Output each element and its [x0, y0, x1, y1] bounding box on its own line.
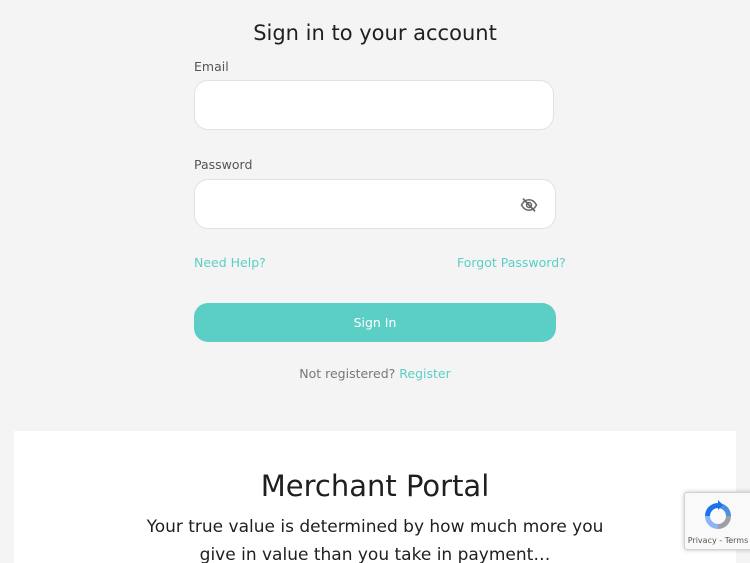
login-title: Sign in to your account — [253, 21, 497, 45]
recaptcha-terms-link[interactable]: Terms — [725, 536, 749, 545]
password-field[interactable] — [209, 180, 513, 230]
password-label: Password — [194, 157, 253, 172]
login-page: Sign in to your account Email Password N… — [0, 0, 750, 563]
email-field[interactable] — [209, 81, 513, 131]
recaptcha-privacy-link[interactable]: Privacy — [688, 536, 717, 545]
register-row: Not registered? Register — [0, 366, 750, 381]
portal-title: Merchant Portal — [260, 469, 490, 503]
portal-panel: Merchant Portal Your true value is deter… — [14, 431, 736, 563]
register-link[interactable]: Register — [399, 366, 450, 381]
recaptcha-icon — [705, 500, 731, 529]
recaptcha-links: Privacy - Terms — [685, 536, 750, 545]
need-help-link[interactable]: Need Help? — [194, 255, 266, 270]
email-field-box[interactable] — [194, 80, 554, 131]
eye-slash-icon[interactable] — [519, 196, 539, 214]
forgot-password-link[interactable]: Forgot Password? — [457, 255, 566, 270]
password-field-box[interactable] — [194, 179, 556, 230]
sign-in-button[interactable]: Sign In — [194, 303, 556, 342]
email-label: Email — [194, 59, 229, 74]
recaptcha-badge[interactable]: Privacy - Terms — [684, 492, 750, 550]
recaptcha-separator: - — [719, 536, 723, 545]
portal-tagline: Your true value is determined by how muc… — [146, 517, 604, 563]
not-registered-text: Not registered? — [299, 366, 396, 381]
